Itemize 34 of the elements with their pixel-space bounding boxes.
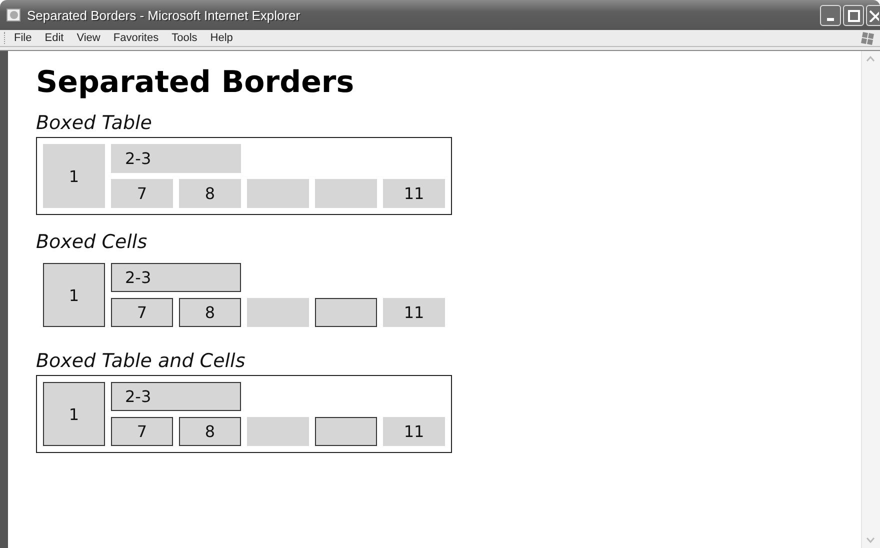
maximize-icon bbox=[848, 10, 860, 22]
table-cell: 1 bbox=[43, 263, 105, 327]
maximize-button[interactable] bbox=[843, 5, 864, 26]
table-cell: 8 bbox=[179, 417, 241, 446]
close-button[interactable] bbox=[866, 5, 880, 26]
table-cell: 7 bbox=[111, 298, 173, 327]
menu-item[interactable]: Tools bbox=[172, 32, 198, 44]
menu-item[interactable]: File bbox=[14, 32, 32, 44]
table-cell: 2-3 bbox=[111, 382, 241, 411]
table-cell: 7 bbox=[111, 417, 173, 446]
window-title: Separated Borders - Microsoft Internet Explorer bbox=[27, 8, 302, 22]
table-cell: 11 bbox=[383, 417, 445, 446]
menu-item[interactable]: Edit bbox=[44, 32, 64, 44]
table-cell: 7 bbox=[111, 179, 173, 208]
table-caption: Boxed Table bbox=[36, 112, 152, 134]
minimize-icon bbox=[827, 18, 834, 21]
table-cell: 8 bbox=[179, 298, 241, 327]
table-cell: 11 bbox=[383, 298, 445, 327]
windows-logo-icon bbox=[860, 31, 876, 45]
close-icon bbox=[868, 10, 878, 22]
menu-item[interactable]: View bbox=[76, 32, 100, 44]
table-cell: 1 bbox=[43, 144, 105, 208]
menu-item[interactable]: Help bbox=[210, 32, 233, 44]
table-cell: 1 bbox=[43, 382, 105, 446]
table-cell: 2-3 bbox=[111, 263, 241, 292]
minimize-button[interactable] bbox=[820, 5, 841, 26]
table-cell: 8 bbox=[179, 179, 241, 208]
table-caption: Boxed Cells bbox=[36, 231, 148, 253]
table-caption: Boxed Table and Cells bbox=[36, 350, 246, 372]
browser-icon bbox=[6, 7, 22, 23]
menu-item[interactable]: Favorites bbox=[113, 32, 159, 44]
page-heading: Separated Borders bbox=[36, 65, 354, 100]
table-cell: 11 bbox=[383, 179, 445, 208]
table-cell: 2-3 bbox=[111, 144, 241, 173]
